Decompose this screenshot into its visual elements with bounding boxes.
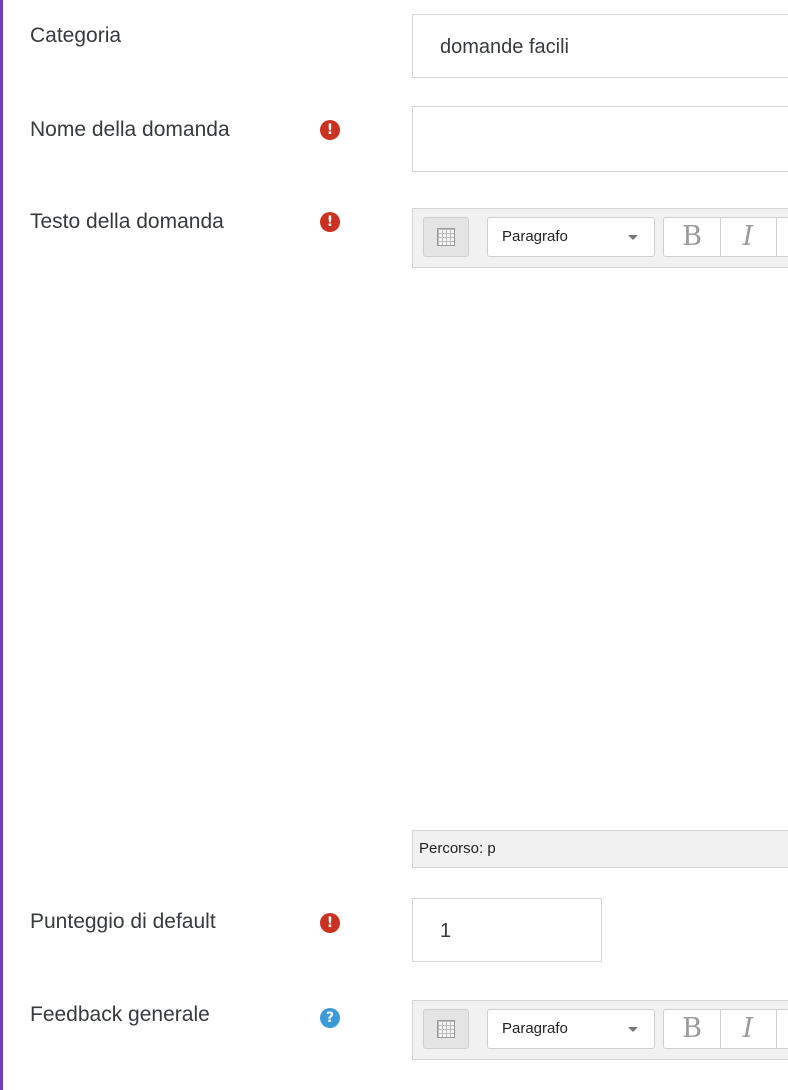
bold-button[interactable]: B: [664, 218, 721, 256]
required-exclamation-icon: !: [320, 212, 340, 232]
italic-button[interactable]: I: [720, 1010, 777, 1048]
left-border: [0, 0, 3, 1090]
caret-down-icon: [628, 1027, 638, 1032]
general-feedback-label: Feedback generale: [30, 1003, 210, 1026]
toolbar-grid-icon: [437, 1020, 455, 1038]
caret-down-icon: [628, 235, 638, 240]
paragraph-format-select[interactable]: Paragrafo: [487, 1009, 655, 1049]
bold-button[interactable]: B: [664, 1010, 721, 1048]
default-mark-input[interactable]: 1: [412, 898, 602, 962]
format-button-group: B I: [663, 1009, 788, 1049]
category-value: domande facili: [440, 36, 569, 58]
category-select[interactable]: domande facili: [412, 14, 788, 78]
help-question-icon[interactable]: ?: [320, 1008, 340, 1028]
editor-path-bar: Percorso: p: [412, 830, 788, 868]
toolbar-grid-icon: [437, 228, 455, 246]
paragraph-format-select[interactable]: Paragrafo: [487, 217, 655, 257]
question-name-label: Nome della domanda: [30, 118, 230, 141]
default-mark-label: Punteggio di default: [30, 910, 216, 933]
question-text-editor[interactable]: [412, 271, 788, 830]
italic-button[interactable]: I: [720, 218, 777, 256]
question-text-label: Testo della domanda: [30, 210, 224, 233]
question-edit-form: Categoria domande facili Nome della doma…: [0, 0, 788, 1090]
required-exclamation-icon: !: [320, 913, 340, 933]
question-text-toolbar: Paragrafo B I: [412, 208, 788, 268]
format-button-group: B I: [663, 217, 788, 257]
question-name-input[interactable]: [412, 106, 788, 172]
toolbar-toggle-button[interactable]: [423, 217, 469, 257]
required-exclamation-icon: !: [320, 120, 340, 140]
general-feedback-toolbar: Paragrafo B I: [412, 1000, 788, 1060]
toolbar-toggle-button[interactable]: [423, 1009, 469, 1049]
category-label: Categoria: [30, 24, 122, 47]
